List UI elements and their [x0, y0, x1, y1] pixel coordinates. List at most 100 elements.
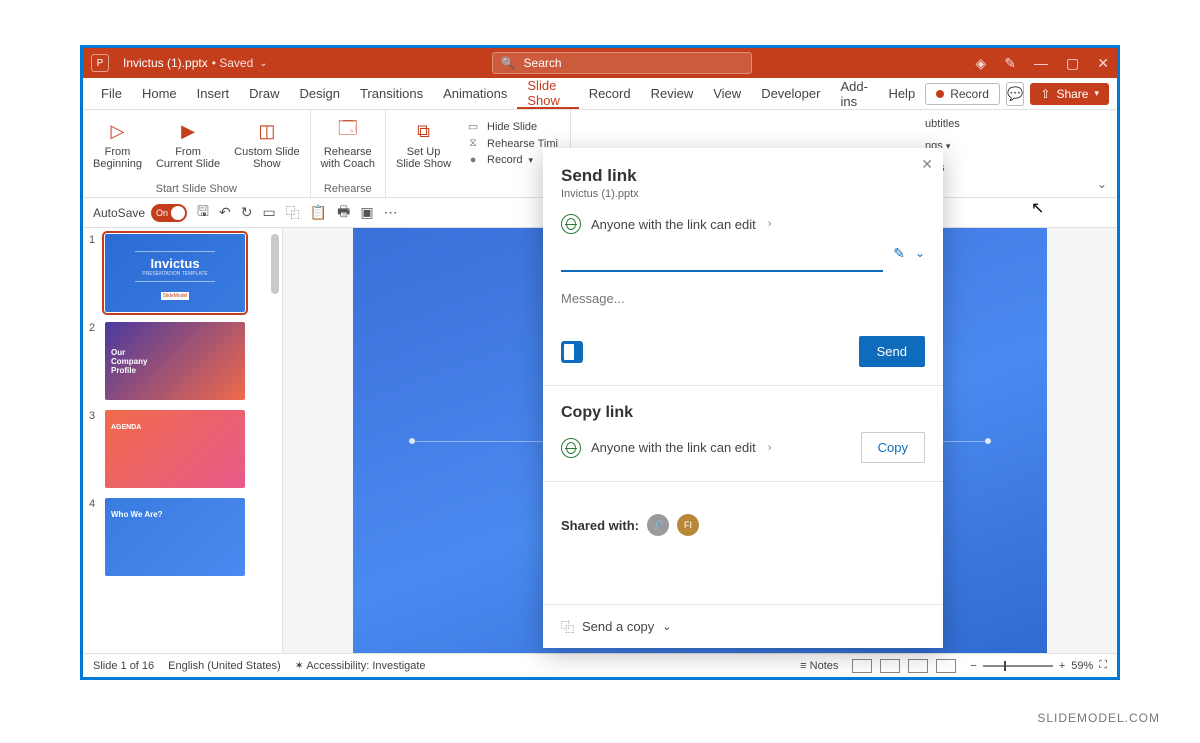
zoom-in-icon[interactable]: +	[1059, 660, 1065, 672]
tab-file[interactable]: File	[91, 78, 132, 109]
menubar: File Home Insert Draw Design Transitions…	[83, 78, 1117, 110]
chevron-down-icon: ⌄	[662, 620, 671, 633]
pencil-icon[interactable]: ✎	[893, 245, 905, 262]
autosave-toggle[interactable]: AutoSave On	[93, 204, 187, 222]
rehearse-coach-button[interactable]: 🗔Rehearse with Coach	[315, 116, 381, 172]
titlebar: P Invictus (1).pptx • Saved ⌄ 🔍 Search ◈…	[83, 48, 1117, 78]
chevron-right-icon: ›	[768, 218, 772, 230]
zoom-slider[interactable]	[983, 665, 1053, 667]
from-current-slide-button[interactable]: ▶From Current Slide	[150, 116, 226, 172]
ribbon-group-label: Rehearse	[324, 181, 372, 195]
tab-transitions[interactable]: Transitions	[350, 78, 433, 109]
new-slide-icon[interactable]: ▭	[262, 204, 275, 221]
slideshow-view-icon[interactable]	[936, 659, 956, 673]
play-icon: ▷	[111, 118, 125, 144]
subtitles-label: ubtitles	[925, 118, 960, 130]
comments-button[interactable]: 💬	[1006, 82, 1025, 106]
zoom-percent[interactable]: 59%	[1071, 660, 1093, 672]
reading-view-icon[interactable]	[908, 659, 928, 673]
sorter-view-icon[interactable]	[880, 659, 900, 673]
shared-with-label: Shared with:	[561, 518, 639, 533]
outlook-icon[interactable]	[561, 341, 583, 363]
record-button[interactable]: Record	[925, 83, 1000, 105]
search-icon: 🔍	[501, 56, 516, 70]
tab-addins[interactable]: Add-ins	[830, 78, 878, 109]
record-icon: ●	[465, 154, 481, 166]
app-window: P Invictus (1).pptx • Saved ⌄ 🔍 Search ◈…	[80, 45, 1120, 680]
tab-animations[interactable]: Animations	[433, 78, 517, 109]
zoom-control[interactable]: − + 59% ⛶	[970, 659, 1107, 672]
thumbnail-1[interactable]: 1 Invictus PRESENTATION TEMPLATE SlideMo…	[89, 234, 276, 312]
language-status[interactable]: English (United States)	[168, 660, 281, 672]
toggle-on-icon: On	[151, 204, 187, 222]
copy-icon[interactable]: ⿻	[286, 203, 300, 223]
record-dot-icon	[936, 90, 944, 98]
slide-counter[interactable]: Slide 1 of 16	[93, 660, 154, 672]
chevron-down-icon: ▾	[946, 141, 951, 151]
print-icon[interactable]: 🖶	[337, 201, 350, 225]
thumbnail-3[interactable]: 3 AGENDA	[89, 410, 276, 488]
share-button[interactable]: ⇧Share▾	[1030, 83, 1109, 105]
fit-window-icon[interactable]: ⛶	[1099, 659, 1107, 672]
tab-home[interactable]: Home	[132, 78, 187, 109]
copy-link-title: Copy link	[561, 404, 925, 422]
paste-icon[interactable]: 📋	[310, 204, 327, 221]
document-filename[interactable]: Invictus (1).pptx	[123, 56, 208, 70]
copy-button[interactable]: Copy	[861, 432, 925, 463]
share-filename: Invictus (1).pptx	[561, 188, 925, 200]
thumbnail-2[interactable]: 2 Our Company Profile	[89, 322, 276, 400]
filename-chevron-icon[interactable]: ⌄	[259, 58, 267, 69]
chevron-down-icon: ▾	[529, 155, 534, 166]
notes-button[interactable]: ≡ Notes	[800, 660, 838, 672]
copy-permission-button[interactable]: Anyone with the link can edit	[591, 440, 756, 455]
hide-slide-button[interactable]: ▭Hide Slide	[465, 120, 558, 133]
shared-avatar-link[interactable]: 🔗	[647, 514, 669, 536]
redo-icon[interactable]: ↻	[241, 204, 253, 221]
chevron-down-icon[interactable]: ⌄	[915, 246, 925, 260]
send-button[interactable]: Send	[859, 336, 925, 367]
copy-file-icon: ⿻	[561, 617, 574, 636]
normal-view-icon[interactable]	[852, 659, 872, 673]
zoom-out-icon[interactable]: −	[970, 660, 976, 672]
accessibility-status[interactable]: ✶ Accessibility: Investigate	[295, 659, 426, 672]
thumbnail-scrollbar[interactable]	[271, 234, 279, 294]
send-a-copy-button[interactable]: ⿻ Send a copy ⌄	[543, 604, 943, 648]
tab-review[interactable]: Review	[641, 78, 704, 109]
share-title: Send link	[561, 166, 925, 186]
undo-icon[interactable]: ↶	[219, 204, 231, 221]
tab-help[interactable]: Help	[878, 78, 925, 109]
present-icon[interactable]: ▣	[360, 204, 373, 221]
minimize-icon[interactable]: —	[1034, 55, 1048, 71]
recipient-input[interactable]	[561, 246, 883, 272]
more-icon[interactable]: ⋯	[384, 204, 398, 221]
share-icon: ⇧	[1040, 87, 1050, 101]
from-beginning-button[interactable]: ▷From Beginning	[87, 116, 148, 172]
ribbon-collapse-chevron-icon[interactable]: ⌄	[1097, 177, 1107, 191]
thumbnail-4[interactable]: 4 Who We Are?	[89, 498, 276, 576]
setup-icon: ⧉	[417, 118, 430, 144]
dialog-close-icon[interactable]: ✕	[921, 156, 933, 173]
maximize-icon[interactable]: ▢	[1066, 55, 1079, 72]
share-dialog: ✕ Send link Invictus (1).pptx Anyone wit…	[543, 148, 943, 648]
tab-slide-show[interactable]: Slide Show	[517, 78, 578, 109]
slide-thumbnails: 1 Invictus PRESENTATION TEMPLATE SlideMo…	[83, 228, 283, 653]
tab-view[interactable]: View	[703, 78, 751, 109]
shared-avatar-user[interactable]: FI	[677, 514, 699, 536]
tab-draw[interactable]: Draw	[239, 78, 289, 109]
message-input[interactable]	[561, 286, 925, 310]
tab-record[interactable]: Record	[579, 78, 641, 109]
close-icon[interactable]: ✕	[1097, 55, 1109, 72]
powerpoint-icon: P	[91, 54, 109, 72]
globe-icon	[561, 438, 581, 458]
setup-slideshow-button[interactable]: ⧉Set Up Slide Show	[390, 116, 457, 172]
search-input[interactable]: 🔍 Search	[492, 52, 752, 74]
link-permission-button[interactable]: Anyone with the link can edit ›	[561, 214, 925, 234]
save-icon[interactable]: 🖫	[197, 201, 209, 225]
coming-soon-icon[interactable]: ✎	[1004, 55, 1016, 72]
tab-design[interactable]: Design	[290, 78, 350, 109]
custom-slideshow-button[interactable]: ◫Custom Slide Show	[228, 116, 305, 172]
play-current-icon: ▶	[181, 118, 195, 144]
premium-icon[interactable]: ◈	[976, 55, 987, 72]
tab-insert[interactable]: Insert	[187, 78, 240, 109]
tab-developer[interactable]: Developer	[751, 78, 830, 109]
